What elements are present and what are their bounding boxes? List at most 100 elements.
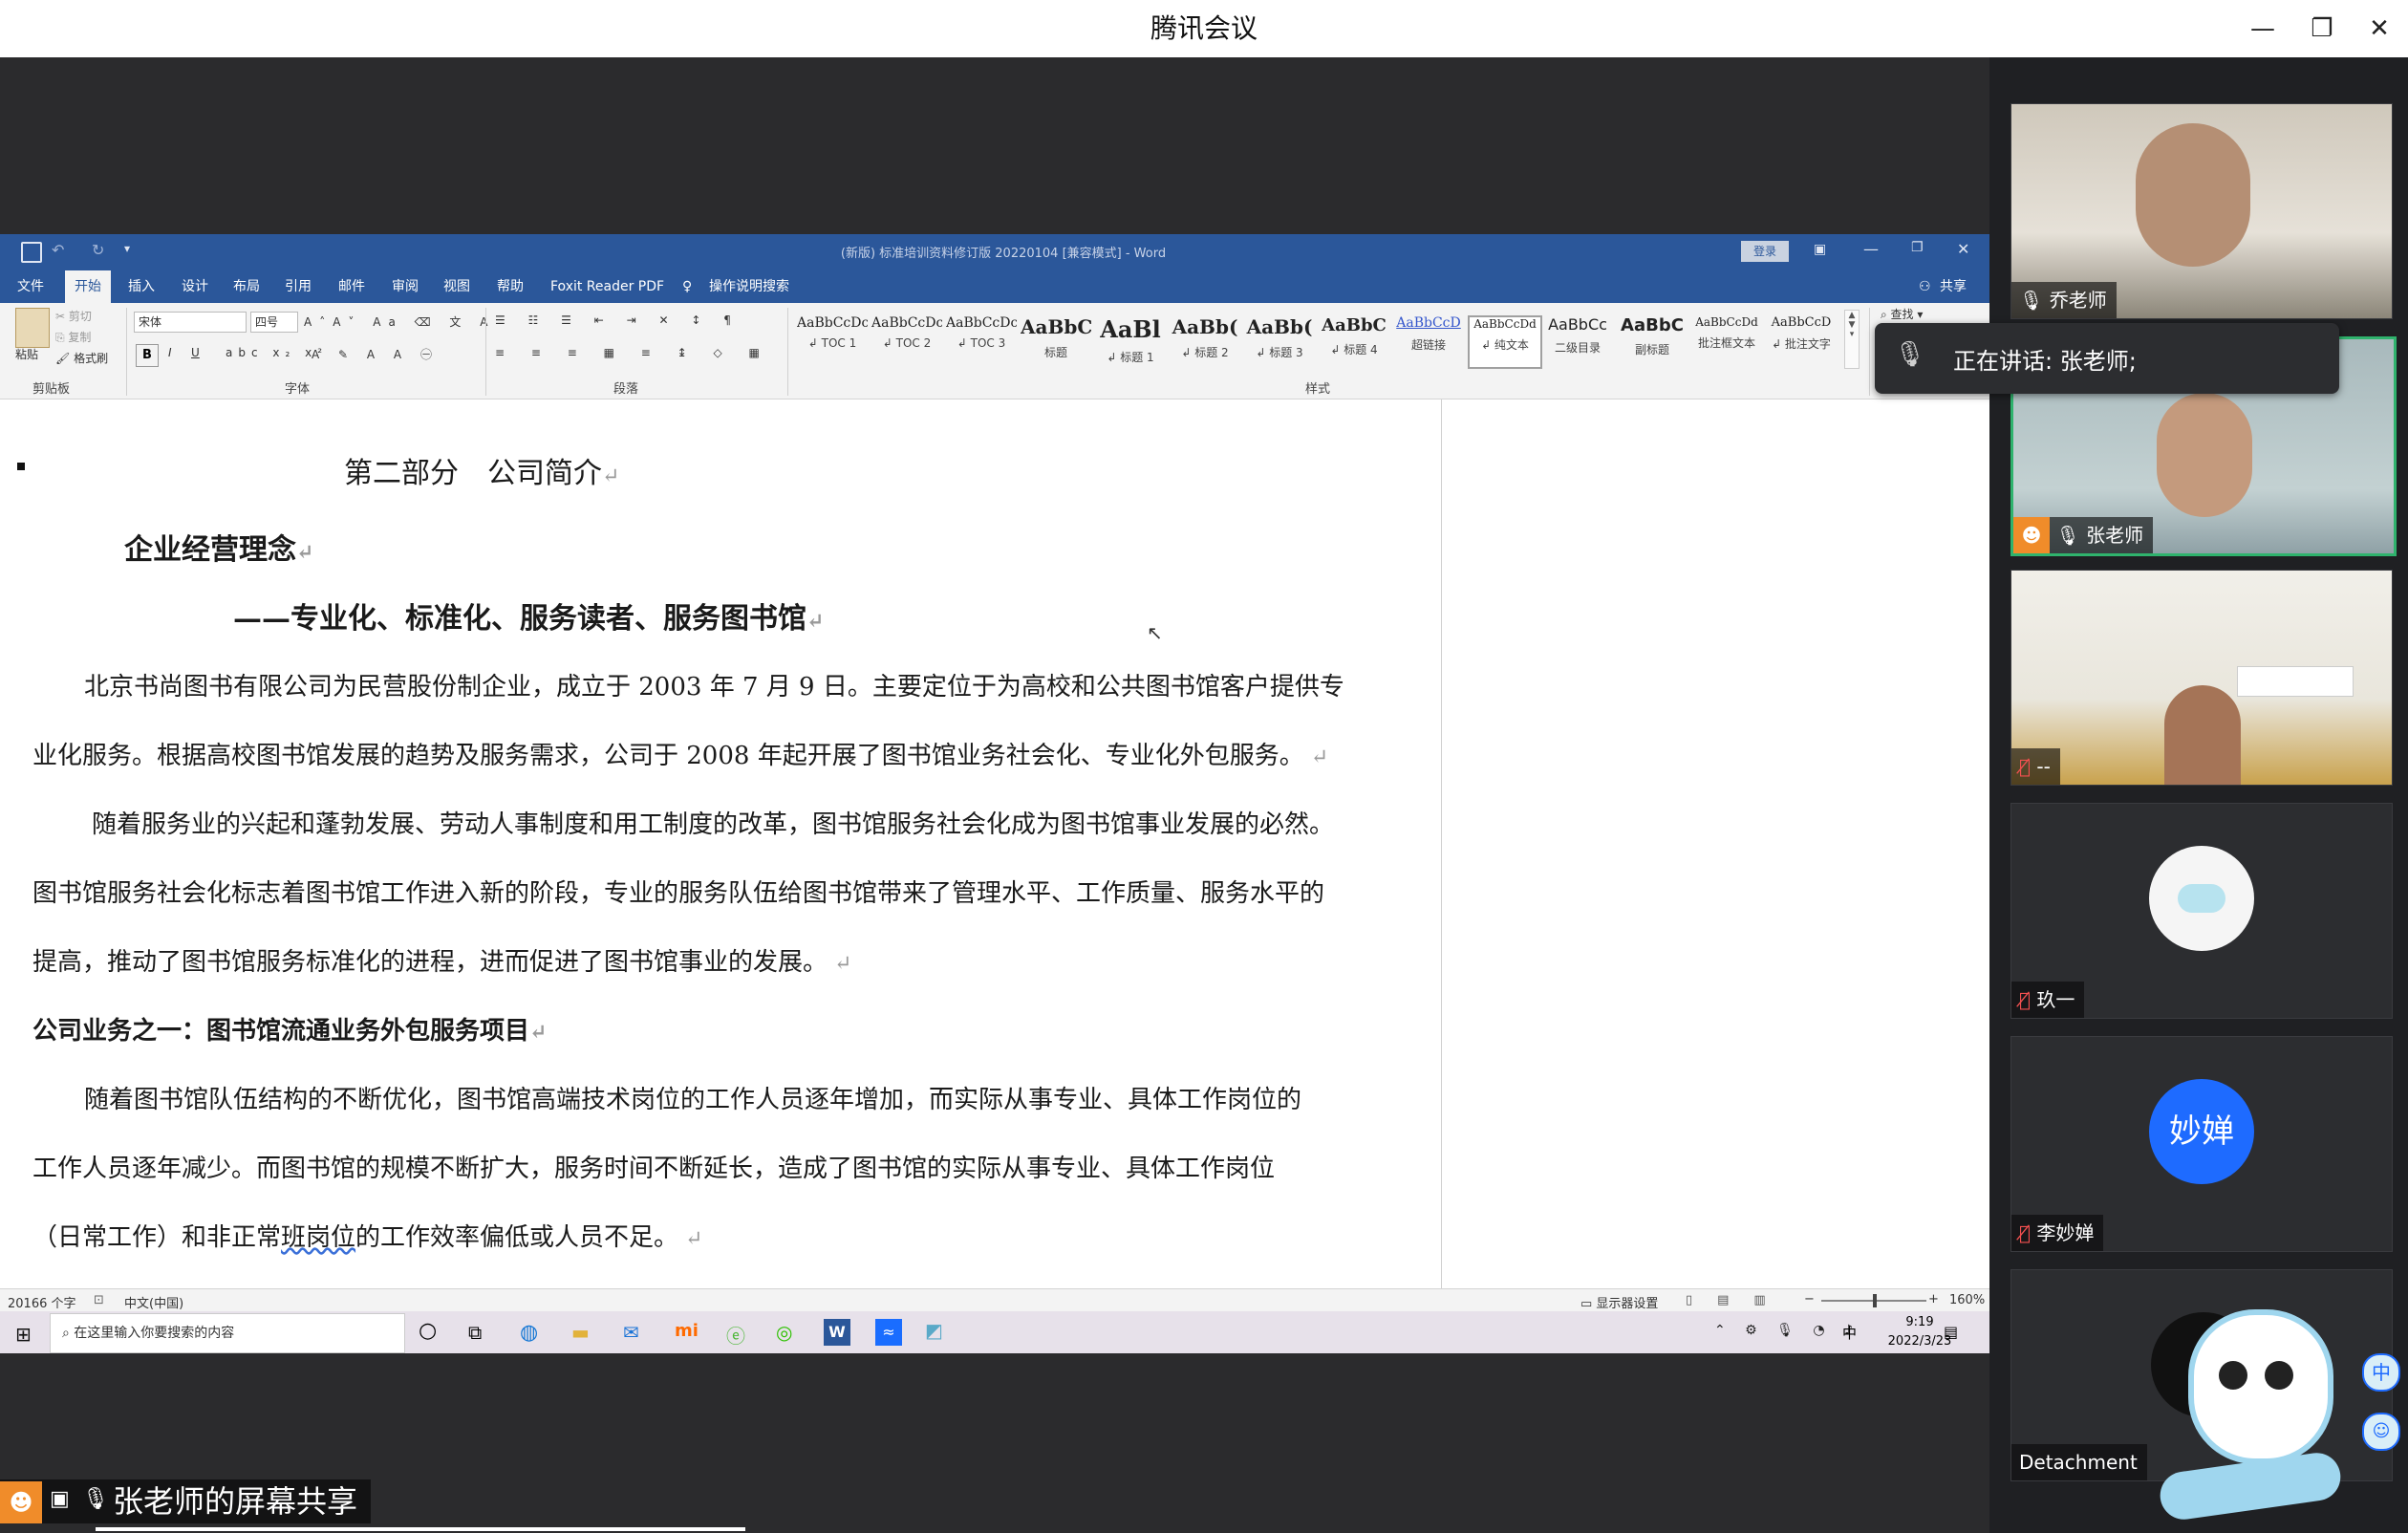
doc-heading: 第二部分 公司简介↵ xyxy=(344,449,619,491)
style-heading3[interactable]: AaBb(↲ 标题 3 xyxy=(1244,315,1315,365)
cut-label: 剪切 xyxy=(68,310,92,323)
paste-button[interactable]: 粘贴 xyxy=(15,346,38,362)
style-comment-text[interactable]: AaBbCcD ↲ 批注文字 xyxy=(1766,315,1837,365)
participant-face xyxy=(2157,393,2252,517)
share-button[interactable]: 共享 xyxy=(1940,270,1967,303)
floating-assistant-icon[interactable]: ☺ xyxy=(2362,1413,2400,1451)
language-status[interactable]: 中文(中国) xyxy=(124,1293,183,1311)
app-taskbar-icon[interactable]: ◩ xyxy=(925,1319,943,1342)
style-subtitle[interactable]: AaBbC 副标题 xyxy=(1617,315,1688,365)
spell-flag-text[interactable]: 班岗位 xyxy=(281,1223,355,1252)
display-settings[interactable]: ▭ 显示器设置 xyxy=(1580,1293,1658,1311)
ime-floating-badge[interactable]: 中 xyxy=(2362,1353,2400,1392)
format-painter-button[interactable]: 🖌 格式刷 xyxy=(55,350,108,366)
style-heading4[interactable]: AaBbC ↲ 标题 4 xyxy=(1319,315,1389,365)
copy-button[interactable]: ⎘ 复制 xyxy=(55,329,91,345)
tab-mailings[interactable]: 邮件 xyxy=(338,270,365,303)
mail-icon[interactable]: ✉ xyxy=(623,1321,639,1344)
style-level2-toc[interactable]: AaBbCc 二级目录 xyxy=(1542,315,1613,365)
proofing-icon[interactable]: ⊡ xyxy=(94,1293,104,1307)
quick-access-dropdown-icon[interactable]: ▾ xyxy=(124,242,130,255)
task-view-icon[interactable]: ⧉ xyxy=(468,1321,482,1344)
word-taskbar-icon[interactable]: W xyxy=(824,1319,850,1346)
cut-button[interactable]: ✂ 剪切 xyxy=(55,308,92,324)
cortana-icon[interactable]: ○ xyxy=(419,1319,437,1343)
ime-indicator[interactable]: 中 xyxy=(1842,1323,1857,1343)
doc-paragraph-line: 工作人员逐年减少。而图书馆的规模不断扩大，服务时间不断延长，造成了图书馆的实际从… xyxy=(32,1155,1276,1183)
list-buttons[interactable]: ☰ ☷ ☰ ⇤ ⇥ ✕ ↕ ¶ xyxy=(495,313,741,327)
tab-foxit[interactable]: Foxit Reader PDF xyxy=(550,270,664,303)
underline-button[interactable]: U xyxy=(191,346,200,359)
font-name-select[interactable]: 宋体 xyxy=(134,312,247,333)
style-hyperlink[interactable]: AaBbCcD 超链接 xyxy=(1393,315,1464,365)
mascot-head xyxy=(2188,1309,2333,1464)
style-toc2[interactable]: AaBbCcDc ↲ TOC 2 xyxy=(871,315,942,365)
tab-layout[interactable]: 布局 xyxy=(233,270,260,303)
style-heading1[interactable]: AaBl ↲ 标题 1 xyxy=(1095,315,1166,365)
ribbon-display-icon[interactable]: ▣ xyxy=(1814,242,1826,257)
tab-home[interactable]: 开始 xyxy=(65,270,111,303)
windows-start-icon[interactable]: ⊞ xyxy=(15,1323,32,1346)
file-explorer-icon[interactable]: ▬ xyxy=(571,1321,590,1344)
undo-icon[interactable]: ↶ xyxy=(52,241,64,259)
italic-button[interactable]: I xyxy=(168,346,172,359)
word-minimize-icon[interactable]: — xyxy=(1863,240,1879,258)
participant-tile[interactable]: 🎙̸ -- xyxy=(2010,570,2393,786)
view-mode-buttons[interactable]: ▯▤▥ xyxy=(1686,1293,1791,1307)
restore-icon[interactable]: ❐ xyxy=(2303,10,2341,48)
participant-tile[interactable]: 🎙 乔老师 xyxy=(2010,103,2393,319)
tab-view[interactable]: 视图 xyxy=(443,270,470,303)
style-plain-text[interactable]: AaBbCcDd ↲ 纯文本 xyxy=(1468,315,1542,369)
doc-slogan: ——专业化、标准化、服务读者、服务图书馆↵ xyxy=(233,594,824,637)
notification-icon[interactable]: ▤ xyxy=(1944,1323,1958,1341)
doc-paragraph-line: （日常工作）和非正常班岗位的工作效率偏低或人员不足。 ↵ xyxy=(32,1218,702,1253)
display-settings-label: 显示器设置 xyxy=(1596,1297,1659,1311)
word-restore-icon[interactable]: ❐ xyxy=(1911,240,1924,255)
edge-icon[interactable]: ◍ xyxy=(520,1321,538,1345)
login-button[interactable]: 登录 xyxy=(1741,241,1789,262)
zoom-slider-thumb[interactable] xyxy=(1873,1294,1877,1307)
taskbar-search-input[interactable]: ⌕ 在这里输入你要搜索的内容 xyxy=(50,1313,405,1353)
browser-icon[interactable]: ⓔ xyxy=(726,1321,745,1349)
wechat-icon[interactable]: ◎ xyxy=(776,1321,792,1344)
font-color-buttons[interactable]: A ✎ A A ㊀ xyxy=(312,346,440,362)
word-count[interactable]: 20166 个字 xyxy=(8,1293,76,1311)
style-toc1[interactable]: AaBbCcDc ↲ TOC 1 xyxy=(797,315,868,365)
style-title[interactable]: AaBbC 标题 xyxy=(1021,315,1091,365)
bold-button[interactable]: B xyxy=(136,344,159,367)
zoom-level[interactable]: 160% xyxy=(1949,1293,1985,1307)
muted-mic-icon: 🎙̸ xyxy=(2019,988,2037,1011)
close-icon[interactable]: ✕ xyxy=(2360,10,2398,48)
paste-icon[interactable] xyxy=(15,308,50,348)
styles-scroll[interactable]: ▲ ▼ ▾ xyxy=(1844,310,1860,369)
tab-references[interactable]: 引用 xyxy=(285,270,312,303)
style-heading2[interactable]: AaBb(↲ 标题 2 xyxy=(1170,315,1240,365)
tab-review[interactable]: 审阅 xyxy=(392,270,419,303)
system-tray-icons[interactable]: ⌃ ⚙ 🎙 ◔ ♪ xyxy=(1714,1323,1860,1338)
bullet-marker xyxy=(17,463,25,470)
style-balloon-text[interactable]: AaBbCcDd 批注框文本 xyxy=(1691,315,1762,365)
align-buttons[interactable]: ≡ ≡ ≡ ▦ ≡ ↨ ◇ ▦ xyxy=(495,346,771,359)
font-size-buttons[interactable]: A˄A˅ Aa ⌫ 文 A xyxy=(304,313,495,330)
participant-name-tag: 🎙̸ 玖一 xyxy=(2011,982,2085,1018)
tab-insert[interactable]: 插入 xyxy=(128,270,155,303)
participant-name-tag: ☻ 🎙 张老师 xyxy=(2013,517,2154,553)
save-icon[interactable] xyxy=(21,242,42,263)
minimize-icon[interactable]: — xyxy=(2244,10,2282,48)
tencent-meeting-taskbar-icon[interactable]: ≈ xyxy=(875,1319,902,1346)
find-button[interactable]: ⌕ 查找 ▾ xyxy=(1881,306,1923,322)
participant-tile[interactable]: 🎙̸ 玖一 xyxy=(2010,803,2393,1019)
word-close-icon[interactable]: ✕ xyxy=(1957,240,1969,258)
tell-me-search[interactable]: 操作说明搜索 xyxy=(709,270,789,303)
mi-icon[interactable]: mi xyxy=(675,1321,699,1341)
tab-design[interactable]: 设计 xyxy=(182,270,208,303)
zoom-in-button[interactable]: + xyxy=(1928,1292,1939,1306)
redo-icon[interactable]: ↻ xyxy=(92,241,104,259)
participant-tile[interactable]: 妙婵 🎙̸ 李妙婵 xyxy=(2010,1036,2393,1252)
tab-help[interactable]: 帮助 xyxy=(497,270,524,303)
participant-name-tag: 🎙̸ 李妙婵 xyxy=(2011,1215,2104,1251)
style-toc3[interactable]: AaBbCcDc ↲ TOC 3 xyxy=(946,315,1017,365)
font-size-select[interactable]: 四号 xyxy=(250,312,298,333)
zoom-out-button[interactable]: − xyxy=(1804,1292,1815,1306)
tab-file[interactable]: 文件 xyxy=(17,270,44,303)
